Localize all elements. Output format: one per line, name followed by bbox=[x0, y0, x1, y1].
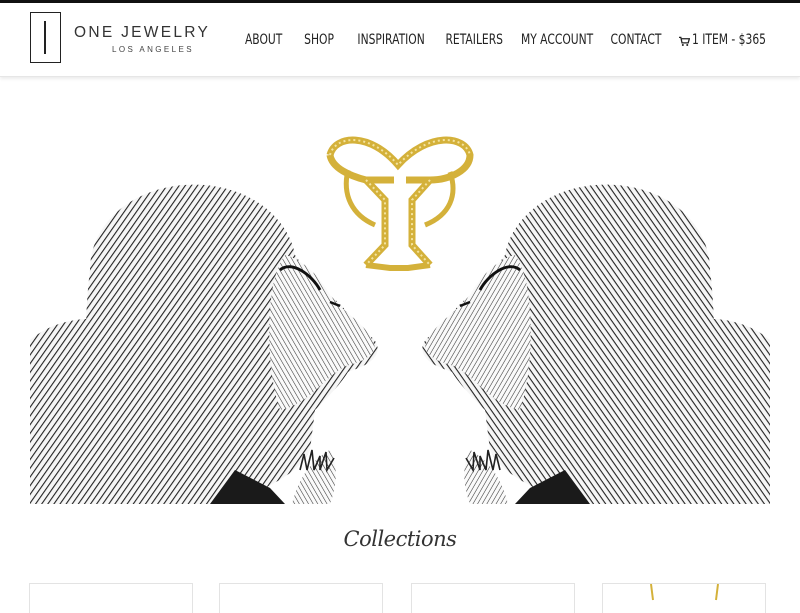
nav-my-account[interactable]: MY ACCOUNT bbox=[521, 32, 593, 48]
nav-inspiration[interactable]: INSPIRATION bbox=[357, 32, 424, 48]
nav-about[interactable]: ABOUT bbox=[245, 32, 282, 48]
gold-ring-illustration bbox=[326, 136, 474, 271]
collection-card[interactable] bbox=[29, 583, 193, 613]
cart-summary: 1 ITEM - $365 bbox=[692, 32, 766, 48]
nav-contact[interactable]: CONTACT bbox=[611, 32, 662, 48]
site-header: ONE JEWELRY LOS ANGELES ABOUT SHOP INSPI… bbox=[0, 3, 800, 77]
hero-banner-image[interactable] bbox=[30, 110, 770, 504]
collection-card[interactable] bbox=[411, 583, 575, 613]
nav-retailers[interactable]: RETAILERS bbox=[445, 32, 502, 48]
right-lion-illustration bbox=[420, 183, 770, 504]
cart-icon bbox=[679, 36, 690, 46]
nav-shop[interactable]: SHOP bbox=[304, 32, 334, 48]
left-lion-illustration bbox=[30, 183, 380, 504]
necklace-preview-image bbox=[650, 584, 719, 601]
collection-card[interactable] bbox=[602, 583, 766, 613]
collections-heading: Collections bbox=[343, 527, 457, 551]
collection-card[interactable] bbox=[219, 583, 383, 613]
